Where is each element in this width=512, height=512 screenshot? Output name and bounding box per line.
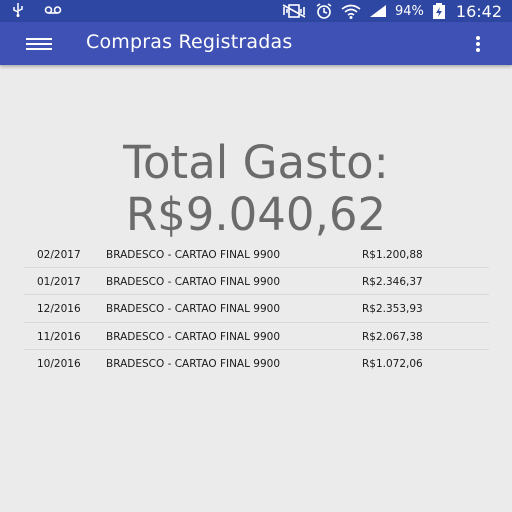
- status-bar-notifications: [12, 3, 62, 17]
- purchase-value: R$1.200,88: [362, 249, 423, 261]
- list-item[interactable]: 12/2016 BRADESCO - CARTAO FINAL 9900 R$2…: [24, 295, 489, 323]
- wifi-icon: [341, 4, 361, 19]
- purchase-date: 11/2016: [37, 330, 81, 343]
- alarm-icon: [315, 3, 333, 19]
- list-item[interactable]: 10/2016 BRADESCO - CARTAO FINAL 9900 R$1…: [24, 350, 489, 377]
- total-label: Total Gasto:: [123, 136, 389, 189]
- app-bar: Compras Registradas: [0, 22, 512, 65]
- purchase-date: 10/2016: [37, 357, 81, 370]
- purchase-value: R$1.072,06: [362, 357, 423, 370]
- voicemail-icon: [44, 5, 62, 15]
- purchase-description: BRADESCO - CARTAO FINAL 9900: [106, 303, 281, 316]
- battery-charging-icon: [432, 2, 446, 20]
- purchase-description: BRADESCO - CARTAO FINAL 9900: [106, 357, 281, 370]
- purchase-value: R$2.346,37: [362, 276, 423, 289]
- clock: 16:42: [455, 1, 502, 21]
- menu-icon[interactable]: [26, 36, 54, 52]
- usb-icon: [12, 3, 24, 17]
- battery-percent: 94%: [394, 3, 424, 19]
- purchase-date: 01/2017: [37, 276, 81, 289]
- status-bar-system: 94% 16:42: [281, 0, 502, 22]
- purchase-description: BRADESCO - CARTAO FINAL 9900: [106, 276, 281, 289]
- purchase-description: BRADESCO - CARTAO FINAL 9900: [106, 330, 281, 343]
- more-vert-icon[interactable]: [470, 34, 486, 54]
- list-item[interactable]: 11/2016 BRADESCO - CARTAO FINAL 9900 R$2…: [24, 323, 489, 350]
- app-title: Compras Registradas: [86, 31, 293, 53]
- purchase-value: R$2.067,38: [362, 330, 423, 343]
- purchase-value: R$2.353,93: [362, 303, 423, 316]
- list-item[interactable]: 01/2017 BRADESCO - CARTAO FINAL 9900 R$2…: [24, 268, 489, 296]
- status-bar: 94% 16:42: [0, 0, 512, 22]
- purchase-date: 12/2016: [37, 303, 81, 316]
- vibrate-icon: [281, 4, 307, 18]
- purchase-description: BRADESCO - CARTAO FINAL 9900: [106, 249, 281, 261]
- signal-icon: [369, 4, 387, 18]
- list-item[interactable]: 02/2017 BRADESCO - CARTAO FINAL 9900 R$1…: [24, 241, 489, 269]
- total-value: R$9.040,62: [125, 188, 387, 241]
- purchase-date: 02/2017: [37, 249, 81, 261]
- purchase-list: 02/2017 BRADESCO - CARTAO FINAL 9900 R$1…: [24, 241, 489, 377]
